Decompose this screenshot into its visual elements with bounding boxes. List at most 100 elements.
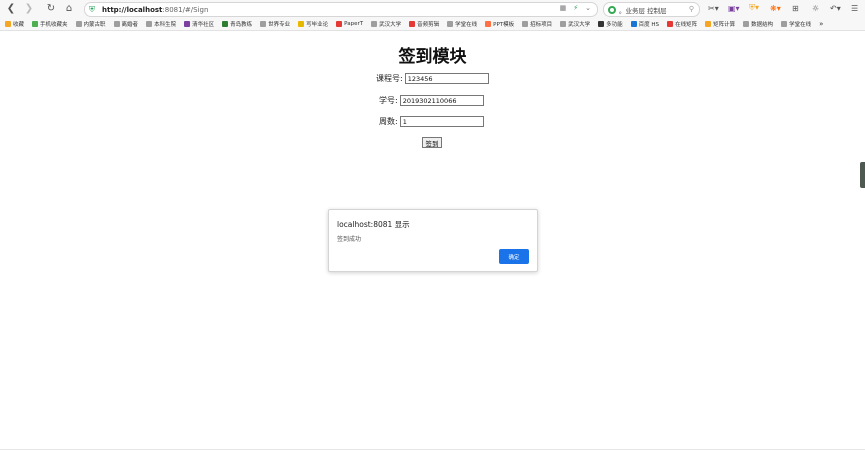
bookmark-icon: [75, 20, 82, 27]
bookmark-icon: [522, 20, 529, 27]
student-input[interactable]: [399, 95, 484, 106]
bookmark-icon: [705, 20, 712, 27]
chevron-down-icon[interactable]: ⌄: [585, 4, 591, 12]
page-title: 签到模块: [398, 47, 467, 67]
fox-icon[interactable]: ❋▾: [770, 2, 781, 14]
side-panel-handle[interactable]: [860, 162, 865, 188]
week-label: 周数:: [379, 117, 398, 126]
url-host: http://localhost: [102, 5, 163, 14]
bookmark-label: 清华社区: [192, 21, 215, 28]
sign-button[interactable]: 签到: [422, 137, 442, 148]
bookmark-label: 学堂在线: [455, 21, 478, 28]
bookmark-icon: [336, 20, 343, 27]
url-path: :8081/#/Sign: [162, 5, 209, 14]
undo-icon[interactable]: ↶▾: [830, 2, 841, 14]
bookmark-icon: [146, 20, 153, 27]
bookmark-icon: [667, 20, 674, 27]
bookmark-item[interactable]: 武汉大学: [371, 20, 401, 28]
bookmark-item[interactable]: 学堂在线: [447, 20, 477, 28]
bookmark-icon: [447, 20, 454, 27]
bookmarks-bar: 收藏 手机收藏夹 内蒙古职 离婚者 本科生院 清华社区 青岛教练 世界专业 写毕业论 PaperT…: [0, 17, 865, 31]
bookmark-icon: [560, 20, 567, 27]
bookmark-item[interactable]: 多功能: [598, 20, 623, 28]
extension-icon[interactable]: ▣▾: [728, 2, 740, 14]
bookmark-item[interactable]: 武汉大学: [560, 20, 590, 28]
bookmark-item[interactable]: 青岛教练: [222, 20, 252, 28]
bookmark-label: 离婚者: [121, 21, 139, 28]
bookmark-item[interactable]: 世界专业: [260, 20, 290, 28]
bookmark-item[interactable]: 手机收藏夹: [32, 20, 68, 28]
bookmark-icon: [630, 20, 637, 27]
week-input[interactable]: [399, 116, 484, 127]
bookmark-icon: [32, 20, 39, 27]
bookmark-label: 在线矩阵: [675, 21, 698, 28]
bookmark-label: 写毕业论: [306, 21, 329, 28]
bookmark-label: PaperT: [344, 20, 364, 27]
search-text: 。业务层 控制层: [619, 6, 667, 15]
bookmark-label: 本科生院: [154, 21, 177, 28]
bookmark-label: 数据结构: [751, 21, 774, 28]
bookmark-item[interactable]: PaperT: [336, 20, 364, 27]
cut-icon[interactable]: ✂▾: [708, 2, 719, 14]
search-box[interactable]: 。业务层 控制层 ⚲: [603, 2, 700, 17]
bookmark-icon: [184, 20, 191, 27]
bookmark-item[interactable]: 数据结构: [743, 20, 773, 28]
bolt-icon[interactable]: ⚡: [573, 4, 578, 12]
student-row: 学号:: [379, 95, 484, 106]
bookmark-label: 手机收藏夹: [40, 21, 68, 28]
more-bookmarks-icon[interactable]: »: [819, 20, 823, 28]
bookmark-item[interactable]: 内蒙古职: [75, 20, 106, 28]
back-icon[interactable]: ❮: [2, 0, 20, 17]
bookmark-label: 学堂在线: [789, 21, 812, 28]
bookmark-item[interactable]: PPT模板: [485, 20, 514, 28]
alert-dialog: localhost:8081 显示 签到成功 确定: [328, 209, 538, 272]
bookmark-icon: [409, 20, 416, 27]
bookmark-icon: [781, 20, 788, 27]
bookmark-item[interactable]: 矩阵计算: [705, 20, 735, 28]
bookmark-icon: [598, 20, 605, 27]
bookmark-item[interactable]: 音频剪辑: [409, 20, 439, 28]
dialog-message: 签到成功: [337, 236, 362, 243]
brightness-icon[interactable]: ☼: [812, 2, 819, 14]
bookmark-icon: [222, 20, 229, 27]
bookmark-label: 武汉大学: [379, 21, 402, 28]
reload-icon[interactable]: ↻: [42, 0, 60, 17]
course-label: 课程号:: [376, 74, 403, 83]
home-icon[interactable]: ⌂: [60, 0, 78, 17]
star-icon: [5, 20, 11, 27]
bookmark-label: 青岛教练: [230, 21, 253, 28]
bookmark-item[interactable]: 招标项目: [522, 20, 552, 28]
shield-extension-icon[interactable]: ⛨▾: [749, 2, 759, 14]
bookmark-item[interactable]: 百度 HS: [630, 20, 660, 28]
bookmark-item[interactable]: 写毕业论: [298, 20, 328, 28]
bookmark-item[interactable]: 离婚者: [113, 20, 139, 28]
bookmark-item[interactable]: 学堂在线: [781, 20, 811, 28]
ok-button[interactable]: 确定: [499, 249, 529, 264]
search-icon[interactable]: ⚲: [689, 5, 694, 13]
bookmark-item[interactable]: 在线矩阵: [667, 20, 697, 28]
bookmark-label: 内蒙古职: [83, 21, 106, 28]
student-label: 学号:: [379, 96, 398, 105]
divider: [0, 449, 865, 450]
bookmark-item[interactable]: 本科生院: [146, 20, 176, 28]
course-input[interactable]: [404, 73, 489, 84]
bookmark-label: 百度 HS: [638, 21, 660, 28]
address-bar[interactable]: ⛨ http://localhost:8081/#/Sign ▦ ⚡ ⌄: [84, 2, 598, 17]
bookmark-item[interactable]: 收藏: [5, 20, 24, 28]
bookmark-label: 矩阵计算: [713, 21, 736, 28]
bookmark-label: 武汉大学: [568, 21, 591, 28]
forward-icon[interactable]: ❯: [20, 0, 38, 17]
address-bar-actions: ▦ ⚡ ⌄: [560, 4, 591, 12]
shield-icon: ⛨: [89, 4, 95, 14]
apps-icon[interactable]: ⊞: [792, 2, 799, 14]
search-engine-icon: [608, 5, 616, 14]
bookmark-label: 收藏: [13, 21, 25, 28]
course-row: 课程号:: [376, 73, 489, 84]
bookmark-label: 音频剪辑: [417, 21, 440, 28]
bookmark-item[interactable]: 清华社区: [184, 20, 214, 28]
menu-icon[interactable]: ☰: [851, 2, 858, 14]
grid-icon[interactable]: ▦: [560, 4, 567, 12]
bookmark-icon: [113, 20, 120, 27]
bookmark-label: 招标项目: [530, 21, 553, 28]
bookmark-icon: [298, 20, 305, 27]
